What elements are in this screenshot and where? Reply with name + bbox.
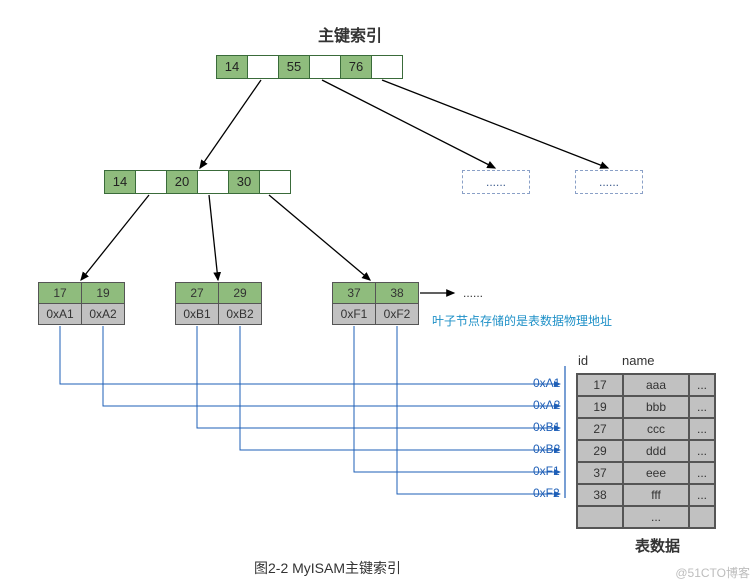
internal-key: 20 xyxy=(167,171,198,193)
addr-label: 0xB1 xyxy=(533,420,560,434)
watermark: @51CTO博客 xyxy=(675,564,750,581)
internal-ptr xyxy=(136,171,167,193)
table-title: 表数据 xyxy=(635,535,680,556)
btree-internal-node: 14 20 30 xyxy=(104,170,291,194)
data-table: 17aaa... 19bbb... 27ccc... 29ddd... 37ee… xyxy=(576,373,716,529)
leaf-addr: 0xB2 xyxy=(219,304,261,324)
addr-label: 0xF2 xyxy=(533,486,560,500)
leaf-key: 19 xyxy=(82,283,124,304)
table-header: name xyxy=(622,353,686,368)
internal-ptr xyxy=(198,171,229,193)
table-row: 19bbb... xyxy=(577,396,715,418)
leaf-key: 38 xyxy=(376,283,418,304)
leaf-addr: 0xA2 xyxy=(82,304,124,324)
addr-label: 0xA2 xyxy=(533,398,560,412)
leaf-addr: 0xA1 xyxy=(39,304,82,324)
root-ptr xyxy=(310,56,341,78)
leaf-annotation: 叶子节点存储的是表数据物理地址 xyxy=(432,312,612,329)
leaf-ellipsis: ...... xyxy=(463,286,483,300)
root-key: 55 xyxy=(279,56,310,78)
leaf-addr: 0xF1 xyxy=(333,304,376,324)
root-ptr xyxy=(248,56,279,78)
btree-root-node: 14 55 76 xyxy=(216,55,403,79)
addr-label: 0xA1 xyxy=(533,376,560,390)
btree-leaf-node: 27 29 0xB1 0xB2 xyxy=(175,282,262,325)
btree-node-placeholder: ...... xyxy=(575,170,643,194)
internal-ptr xyxy=(260,171,290,193)
addr-label: 0xB2 xyxy=(533,442,560,456)
root-key: 76 xyxy=(341,56,372,78)
table-header-row: id name xyxy=(578,353,710,368)
leaf-key: 29 xyxy=(219,283,261,304)
btree-node-placeholder: ...... xyxy=(462,170,530,194)
leaf-key: 37 xyxy=(333,283,376,304)
table-row: 27ccc... xyxy=(577,418,715,440)
figure-caption: 图2-2 MyISAM主键索引 xyxy=(254,558,401,578)
addr-label: 0xF1 xyxy=(533,464,560,478)
table-row: 17aaa... xyxy=(577,374,715,396)
table-row: 37eee... xyxy=(577,462,715,484)
table-header xyxy=(686,353,710,368)
table-row: 38fff... xyxy=(577,484,715,506)
root-ptr xyxy=(372,56,402,78)
table-row: ... xyxy=(577,506,715,528)
btree-leaf-node: 37 38 0xF1 0xF2 xyxy=(332,282,419,325)
diagram-title: 主键索引 xyxy=(280,22,420,46)
root-key: 14 xyxy=(217,56,248,78)
leaf-addr: 0xF2 xyxy=(376,304,418,324)
leaf-key: 17 xyxy=(39,283,82,304)
internal-key: 30 xyxy=(229,171,260,193)
internal-key: 14 xyxy=(105,171,136,193)
leaf-key: 27 xyxy=(176,283,219,304)
table-row: 29ddd... xyxy=(577,440,715,462)
btree-leaf-node: 17 19 0xA1 0xA2 xyxy=(38,282,125,325)
leaf-addr: 0xB1 xyxy=(176,304,219,324)
table-header: id xyxy=(578,353,622,368)
